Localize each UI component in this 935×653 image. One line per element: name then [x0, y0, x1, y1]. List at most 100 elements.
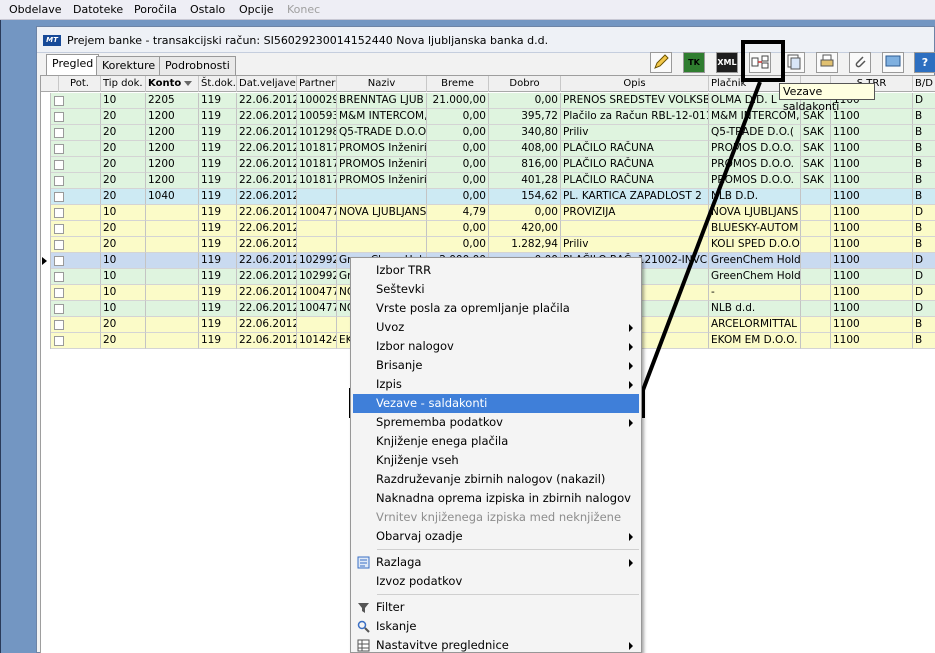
- context-menu-item[interactable]: Izvoz podatkov: [353, 572, 639, 591]
- menu-datoteke[interactable]: Datoteke: [73, 3, 123, 16]
- table-cell[interactable]: PRENOS SREDSTEV VOLKSBA: [561, 93, 709, 109]
- table-cell[interactable]: 100477: [297, 301, 337, 317]
- table-cell[interactable]: D: [913, 93, 935, 109]
- table-cell[interactable]: [146, 253, 199, 269]
- table-cell[interactable]: 22.06.2012: [237, 301, 297, 317]
- table-cell[interactable]: 10: [101, 93, 146, 109]
- table-cell[interactable]: [297, 237, 337, 253]
- table-row[interactable]: 20 1200 119 22.06.2012 101817 PROMOS Inženiri…: [41, 141, 935, 157]
- table-cell[interactable]: 119: [199, 93, 237, 109]
- context-menu-item[interactable]: Izbor nalogov: [353, 337, 639, 356]
- table-cell[interactable]: 119: [199, 269, 237, 285]
- col-st-dok[interactable]: Št.dok.: [199, 76, 237, 92]
- context-menu-item[interactable]: Brisanje: [353, 356, 639, 375]
- tab-podrobnosti[interactable]: Podrobnosti: [159, 56, 236, 75]
- table-cell[interactable]: D: [913, 205, 935, 221]
- table-cell[interactable]: Priliv: [561, 237, 709, 253]
- table-cell[interactable]: GreenChem Holdir: [709, 269, 801, 285]
- table-cell[interactable]: 10: [101, 285, 146, 301]
- table-cell[interactable]: [801, 205, 831, 221]
- table-cell[interactable]: [561, 221, 709, 237]
- table-cell[interactable]: PLAČILO RAČUNA: [561, 157, 709, 173]
- table-cell[interactable]: [146, 205, 199, 221]
- table-cell[interactable]: 0,00: [427, 141, 489, 157]
- table-cell[interactable]: 21.000,00: [427, 93, 489, 109]
- table-cell[interactable]: 22.06.2012: [237, 333, 297, 349]
- table-cell[interactable]: 20: [101, 189, 146, 205]
- table-cell[interactable]: [146, 269, 199, 285]
- table-cell[interactable]: D: [913, 285, 935, 301]
- table-cell[interactable]: SAK: [801, 173, 831, 189]
- table-cell[interactable]: 154,62: [489, 189, 561, 205]
- table-cell[interactable]: 0,00: [489, 93, 561, 109]
- context-menu-item[interactable]: Knjiženje vseh: [353, 451, 639, 470]
- attachment-icon[interactable]: [849, 52, 871, 73]
- tab-pregled[interactable]: Pregled: [46, 54, 100, 75]
- context-menu-item[interactable]: Naknadna oprema izpiska in zbirnih nalog…: [353, 489, 639, 508]
- edit-icon[interactable]: [650, 52, 672, 73]
- row-checkbox[interactable]: [54, 256, 64, 266]
- table-cell[interactable]: 22.06.2012: [237, 109, 297, 125]
- table-cell[interactable]: B: [913, 141, 935, 157]
- table-cell[interactable]: 22.06.2012: [237, 269, 297, 285]
- table-cell[interactable]: 1200: [146, 109, 199, 125]
- table-cell[interactable]: PL. KARTICA ZAPADLOST 2: [561, 189, 709, 205]
- table-cell[interactable]: 20: [101, 125, 146, 141]
- context-menu-item[interactable]: Nastavitve preglednice: [353, 636, 639, 653]
- xml-button[interactable]: XML: [716, 52, 738, 73]
- table-cell[interactable]: 102992: [297, 253, 337, 269]
- table-cell[interactable]: 119: [199, 141, 237, 157]
- table-cell[interactable]: 22.06.2012: [237, 93, 297, 109]
- row-checkbox[interactable]: [54, 192, 64, 202]
- row-checkbox[interactable]: [54, 240, 64, 250]
- menu-opcije[interactable]: Opcije: [239, 3, 274, 16]
- table-cell[interactable]: 22.06.2012: [237, 189, 297, 205]
- table-cell[interactable]: [801, 269, 831, 285]
- table-cell[interactable]: 1200: [146, 157, 199, 173]
- table-cell[interactable]: Plačilo za Račun RBL-12-0111: [561, 109, 709, 125]
- table-cell[interactable]: 1100: [831, 269, 913, 285]
- table-cell[interactable]: [337, 189, 427, 205]
- table-cell[interactable]: [146, 237, 199, 253]
- table-cell[interactable]: PROMOS Inženirin: [337, 173, 427, 189]
- table-cell[interactable]: 420,00: [489, 221, 561, 237]
- table-cell[interactable]: PROMOS Inženirin: [337, 141, 427, 157]
- table-cell[interactable]: PROMOS D.O.O.: [709, 157, 801, 173]
- table-cell[interactable]: 1.282,94: [489, 237, 561, 253]
- table-cell[interactable]: 22.06.2012: [237, 157, 297, 173]
- table-cell[interactable]: [297, 189, 337, 205]
- table-cell[interactable]: [801, 285, 831, 301]
- table-cell[interactable]: 1100: [831, 173, 913, 189]
- table-cell[interactable]: 1100: [831, 221, 913, 237]
- table-cell[interactable]: NOVA LJUBLJANS: [709, 205, 801, 221]
- help-icon[interactable]: ?: [914, 52, 935, 73]
- table-cell[interactable]: 0,00: [489, 205, 561, 221]
- table-cell[interactable]: 1100: [831, 125, 913, 141]
- table-cell[interactable]: 22.06.2012: [237, 173, 297, 189]
- table-cell[interactable]: 1200: [146, 141, 199, 157]
- table-cell[interactable]: [801, 189, 831, 205]
- col-breme[interactable]: Breme: [427, 76, 489, 92]
- table-cell[interactable]: D: [913, 269, 935, 285]
- table-cell[interactable]: 1100: [831, 109, 913, 125]
- row-checkbox[interactable]: [54, 320, 64, 330]
- row-checkbox[interactable]: [54, 160, 64, 170]
- context-menu-item[interactable]: Seštevki: [353, 280, 639, 299]
- context-menu-item[interactable]: Izbor TRR: [353, 261, 639, 280]
- table-cell[interactable]: [801, 253, 831, 269]
- table-cell[interactable]: Priliv: [561, 125, 709, 141]
- table-cell[interactable]: 0,00: [427, 125, 489, 141]
- table-cell[interactable]: Q5-TRADE D.O.O: [337, 125, 427, 141]
- table-cell[interactable]: 119: [199, 221, 237, 237]
- table-row[interactable]: 10 119 22.06.2012 100477 NOVA LJUBLJANS 4,79 0…: [41, 205, 935, 221]
- col-b-d[interactable]: B/D: [913, 76, 935, 92]
- table-cell[interactable]: 20: [101, 109, 146, 125]
- row-checkbox[interactable]: [54, 144, 64, 154]
- table-cell[interactable]: 100593: [297, 109, 337, 125]
- table-cell[interactable]: 100477: [297, 285, 337, 301]
- table-cell[interactable]: 10: [101, 301, 146, 317]
- table-cell[interactable]: [146, 221, 199, 237]
- row-checkbox[interactable]: [54, 208, 64, 218]
- table-row[interactable]: 20 1200 119 22.06.2012 101298 Q5-TRADE D.O.O 0…: [41, 125, 935, 141]
- row-checkbox[interactable]: [54, 112, 64, 122]
